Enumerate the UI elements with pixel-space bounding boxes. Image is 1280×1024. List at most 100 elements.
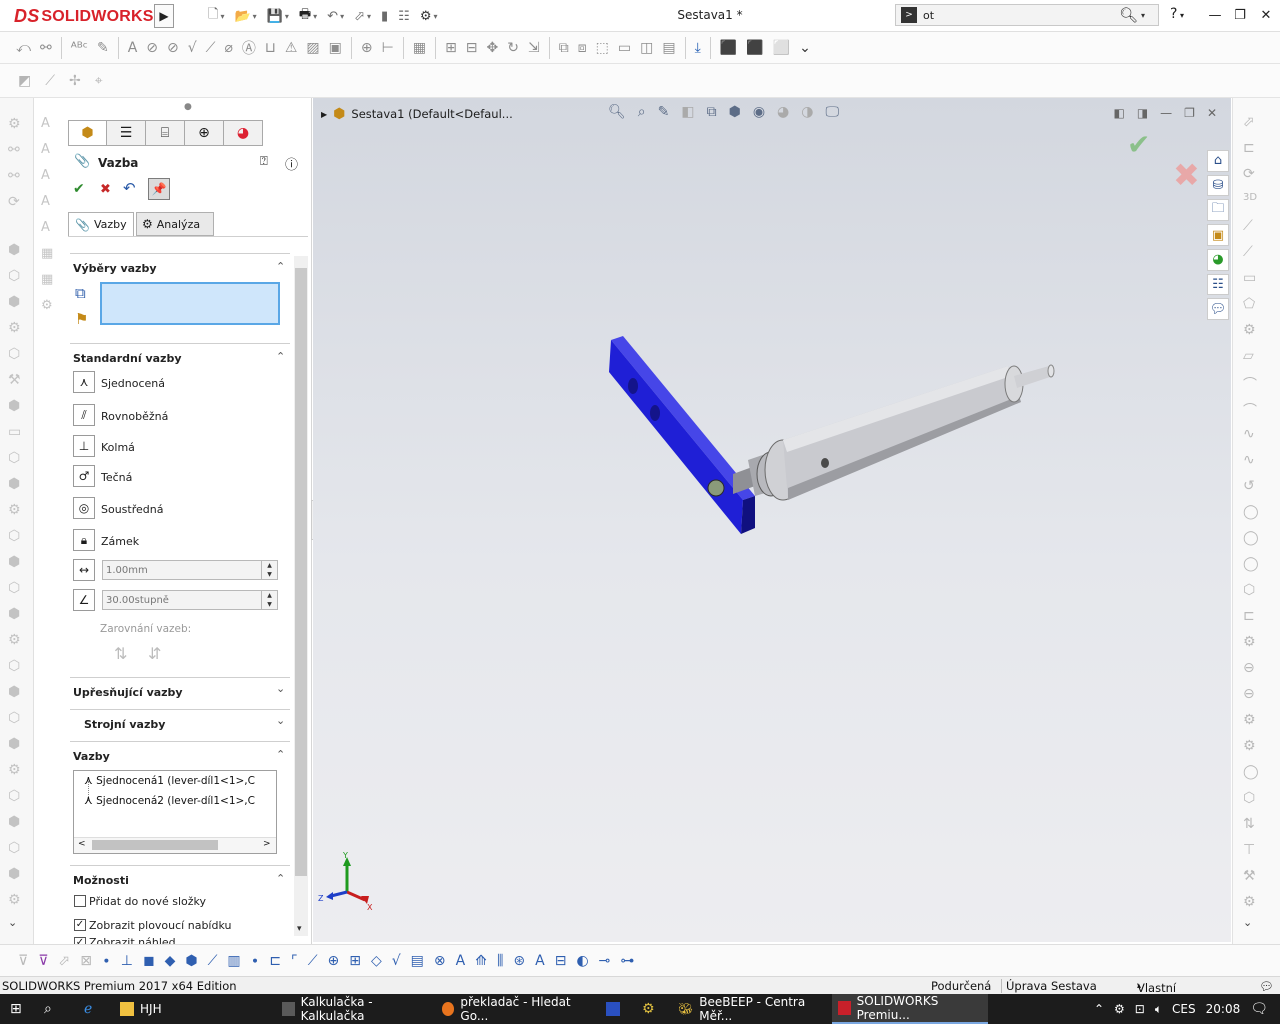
select-icon[interactable]: ⬀ <box>59 953 71 969</box>
filter-axes-icon[interactable]: ⟋ <box>208 953 218 969</box>
edge-button[interactable]: ℯ <box>78 994 98 1024</box>
open-folder-icon[interactable]: 📂 <box>234 9 250 24</box>
angle-mate-button[interactable]: ∠ <box>73 589 95 611</box>
view-palette-tab[interactable]: ▣ <box>1207 224 1229 247</box>
chevron-down-icon[interactable]: ⌄ <box>799 40 811 56</box>
tool-icon[interactable]: ⬢ <box>8 294 20 310</box>
section-header-advanced-mates[interactable]: Upřesňující vazby <box>73 686 183 699</box>
tool-icon[interactable]: ⬢ <box>8 814 20 830</box>
tool-icon[interactable]: ⚙ <box>8 892 21 908</box>
filter-vertices-icon[interactable]: ∙ <box>102 953 111 969</box>
section-icon[interactable]: ⧈ <box>578 40 587 56</box>
options-gear-icon[interactable]: ⚙ <box>420 9 432 24</box>
scroll-down-icon[interactable]: ▾ <box>297 924 302 934</box>
tool-icon[interactable]: ⚒ <box>8 372 21 388</box>
filter-sketch-segments-icon[interactable]: ⌜ <box>291 953 298 969</box>
tool-icon[interactable]: ⬡ <box>8 788 20 804</box>
tool-icon[interactable]: ⬡ <box>8 450 20 466</box>
chevron-up-icon[interactable]: ⌃ <box>1094 1002 1104 1016</box>
datum-icon[interactable]: Ⓐ <box>242 38 256 58</box>
undo-icon[interactable]: ↶ <box>327 9 338 24</box>
volume-icon[interactable]: 🔈︎ <box>1155 1002 1162 1017</box>
panel-scrollbar-thumb[interactable] <box>295 268 307 876</box>
taskbar-item-app[interactable] <box>600 994 626 1024</box>
section-view-icon[interactable]: ◧ <box>681 104 694 120</box>
tangent-mate-button[interactable]: ♂ <box>73 465 95 487</box>
assembly-model[interactable] <box>593 328 1073 648</box>
tray-app-icon[interactable]: ⚙ <box>1114 1002 1125 1016</box>
taskbar-item-solidworks[interactable]: SOLIDWORKS Premiu... <box>832 994 988 1024</box>
circle-icon[interactable]: ◯ <box>1243 504 1259 520</box>
line-icon[interactable]: ⟋ <box>1243 244 1253 260</box>
hide-show-icon[interactable]: ◉ <box>753 104 765 120</box>
tool-icon[interactable]: ⬡ <box>8 658 20 674</box>
spline-icon[interactable]: ∿ <box>1243 452 1255 468</box>
note-icon[interactable]: A <box>41 142 50 157</box>
tile-right-icon[interactable]: ◨ <box>1137 106 1148 120</box>
smart-dimension-icon[interactable]: ⌖ <box>95 73 103 89</box>
tool-icon[interactable]: ⚙ <box>1243 634 1256 650</box>
minimize-button[interactable]: — <box>1203 4 1227 26</box>
show-popup-toolbar-checkbox[interactable]: ✓ <box>74 919 86 931</box>
cylinder[interactable] <box>733 364 1055 501</box>
filter-centerline-icon[interactable]: ⊞ <box>349 953 361 969</box>
property-manager-tab[interactable]: ☰ <box>107 120 146 146</box>
spin-arrows[interactable]: ▲ ▼ <box>261 591 277 609</box>
dropdown-arrow-icon[interactable]: ▾ <box>340 12 344 21</box>
filter-planes-icon[interactable]: ▥ <box>227 953 240 969</box>
circle-icon[interactable]: ◯ <box>1243 530 1259 546</box>
search-icon[interactable]: 🔍︎ <box>1119 6 1138 24</box>
section-header-mates[interactable]: Vazby <box>73 750 110 763</box>
tool-icon[interactable]: ⚙ <box>1243 894 1256 910</box>
chat-icon[interactable]: 💬︎ <box>1259 979 1274 993</box>
display-manager-tab[interactable]: ◕ <box>224 120 263 146</box>
filter-center-marks-icon[interactable]: ⊕ <box>328 953 340 969</box>
graphics-area[interactable]: ▶ ⬢ Sestava1 (Default<Defaul... 🔍︎ ⌕ ✎ ◧… <box>313 98 1231 942</box>
clear-filters-icon[interactable]: ⊠ <box>80 953 92 969</box>
note-icon[interactable]: A <box>41 168 50 183</box>
close-icon[interactable]: ✕ <box>1207 106 1217 120</box>
tool-icon[interactable]: ⇅ <box>1243 816 1255 832</box>
rebuild-icon[interactable]: ⊞ <box>445 40 457 56</box>
tool-icon[interactable]: ⟳ <box>1243 166 1255 182</box>
minimize-icon[interactable]: — <box>1160 106 1172 120</box>
whats-wrong-icon[interactable]: ⍰ <box>260 154 268 169</box>
appearances-tab[interactable]: ◕ <box>1207 249 1229 271</box>
gear-icon[interactable]: ⚙ <box>41 298 53 313</box>
tool-icon[interactable]: ⬡ <box>8 346 20 362</box>
restore-icon[interactable]: ❐ <box>1184 106 1195 120</box>
note-icon[interactable]: A <box>128 40 138 56</box>
tool-icon[interactable]: ⚙ <box>8 116 21 132</box>
tool-icon[interactable]: ◯ <box>1243 764 1259 780</box>
new-document-icon[interactable]: 🗋 <box>208 5 218 27</box>
tab-analysis[interactable]: ⚙ Analýza <box>136 212 214 236</box>
tool-icon[interactable]: ⚙ <box>8 502 21 518</box>
tool-icon[interactable]: ⬢ <box>8 606 20 622</box>
tool-icon[interactable]: ⬡ <box>8 528 20 544</box>
screen-icon[interactable]: ▤ <box>662 40 675 56</box>
add-to-folder-checkbox[interactable] <box>74 895 86 907</box>
filter-notes-icon[interactable]: ⊗ <box>434 953 446 969</box>
section-header-options[interactable]: Možnosti <box>73 874 129 887</box>
taskbar-item-folder[interactable]: HJH <box>114 994 272 1024</box>
3d-sketch-icon[interactable]: 3D <box>1243 192 1257 203</box>
undo-icon[interactable]: ↶ <box>123 179 136 197</box>
tool-icon[interactable]: ⚒ <box>1243 868 1256 884</box>
grid-icon[interactable]: ▦ <box>41 246 53 261</box>
show-preview-checkbox[interactable]: ✓ <box>74 937 86 944</box>
tool-icon[interactable]: ⬡ <box>1243 790 1255 806</box>
tool-icon[interactable]: ▭ <box>8 424 21 440</box>
tool-icon[interactable]: ⬢ <box>8 476 20 492</box>
tool-icon[interactable]: ⟳ <box>8 194 20 210</box>
hole-callout-icon[interactable]: ⌀ <box>224 40 232 56</box>
rectangle-icon[interactable]: ▭ <box>1243 270 1256 286</box>
shaded-with-edges-icon[interactable]: ⬛ <box>720 40 737 56</box>
filter-edges-icon[interactable]: ⊥ <box>121 953 133 969</box>
geometric-tolerance-icon[interactable]: ⊔ <box>265 40 276 56</box>
auto-balloon-icon[interactable]: ⊘ <box>167 40 179 56</box>
tool-icon[interactable]: ⊖ <box>1243 686 1255 702</box>
filter-surface-finish-icon[interactable]: √ <box>392 953 401 969</box>
filter-points-icon[interactable]: ∙ <box>251 953 260 969</box>
tool-icon[interactable]: ⊤ <box>1243 842 1255 858</box>
expand-arrow-icon[interactable]: ▶ <box>321 110 327 119</box>
